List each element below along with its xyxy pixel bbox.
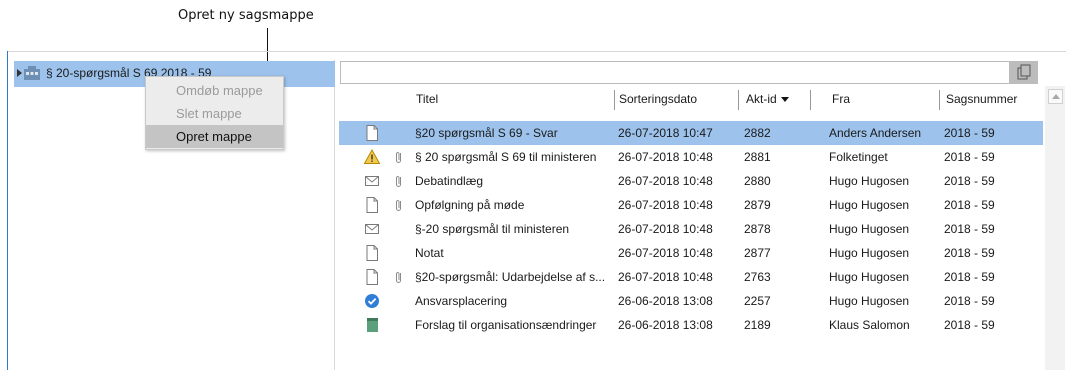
cell-fra: Folketinget — [829, 150, 888, 164]
cell-akt-id: 2879 — [744, 198, 771, 212]
context-menu: Omdøb mappe Slet mappe Opret mappe — [145, 76, 284, 150]
cell-sagsnummer: 2018 - 59 — [944, 198, 995, 212]
binder-icon — [363, 316, 381, 334]
table-row[interactable]: §20-spørgsmål: Udarbejdelse af s... 26-07… — [339, 265, 1043, 289]
document-list: §20 spørgsmål S 69 - Svar 26-07-2018 10:4… — [339, 121, 1043, 337]
cell-akt-id: 2877 — [744, 246, 771, 260]
cell-sagsnummer: 2018 - 59 — [944, 246, 995, 260]
menu-item-create-folder[interactable]: Opret mappe — [146, 125, 283, 148]
document-icon — [363, 268, 381, 286]
menu-item-delete-folder: Slet mappe — [176, 106, 242, 121]
cell-sorteringsdato: 26-07-2018 10:48 — [618, 198, 713, 212]
copy-icon — [1017, 64, 1031, 80]
cell-sorteringsdato: 26-07-2018 10:47 — [618, 126, 713, 140]
cell-fra: Hugo Hugosen — [829, 270, 910, 284]
table-row[interactable]: § 20 spørgsmål S 69 til ministeren 26-07-… — [339, 145, 1043, 169]
scroll-up-arrow-icon[interactable] — [1048, 89, 1063, 104]
vertical-scrollbar[interactable] — [1045, 86, 1065, 370]
column-header-fra[interactable]: Fra — [832, 90, 850, 112]
cell-sorteringsdato: 26-07-2018 10:48 — [618, 174, 713, 188]
cell-fra: Hugo Hugosen — [829, 246, 910, 260]
cell-titel: Opfølgning på møde — [415, 198, 525, 212]
cell-akt-id: 2878 — [744, 222, 771, 236]
column-separator[interactable] — [738, 90, 739, 110]
cell-sorteringsdato: 26-07-2018 10:48 — [618, 270, 713, 284]
cell-sorteringsdato: 26-07-2018 10:48 — [618, 246, 713, 260]
cell-titel: § 20 spørgsmål S 69 til ministeren — [415, 150, 597, 164]
cell-akt-id: 2882 — [744, 126, 771, 140]
paperclip-icon — [394, 174, 404, 188]
cell-fra: Anders Andersen — [829, 126, 922, 140]
document-icon — [363, 244, 381, 262]
case-folder-icon — [24, 66, 40, 80]
table-row[interactable]: Notat 26-07-2018 10:48 2877 Hugo Hugosen 201… — [339, 241, 1043, 265]
column-header-sagsnummer[interactable]: Sagsnummer — [946, 90, 1017, 112]
menu-item-rename-folder: Omdøb mappe — [176, 83, 263, 98]
column-header-sorteringsdato[interactable]: Sorteringsdato — [619, 90, 697, 112]
envelope-icon — [363, 220, 381, 238]
frame-left-border — [7, 51, 8, 370]
cell-fra: Klaus Salomon — [829, 318, 910, 332]
cell-sorteringsdato: 26-06-2018 13:08 — [618, 294, 713, 308]
cell-titel: Forslag til organisationsændringer — [415, 318, 597, 332]
cell-sorteringsdato: 26-06-2018 13:08 — [618, 318, 713, 332]
copy-button[interactable] — [1010, 61, 1038, 84]
callout-label: Opret ny sagsmappe — [178, 8, 314, 23]
cell-sagsnummer: 2018 - 59 — [944, 270, 995, 284]
table-row[interactable]: Opfølgning på møde 26-07-2018 10:48 2879 Hu… — [339, 193, 1043, 217]
cell-sagsnummer: 2018 - 59 — [944, 126, 995, 140]
cell-titel: §20-spørgsmål: Udarbejdelse af s... — [415, 270, 606, 284]
cell-titel: Debatindlæg — [415, 174, 484, 188]
cell-sagsnummer: 2018 - 59 — [944, 318, 995, 332]
column-separator[interactable] — [614, 90, 615, 110]
search-input[interactable] — [340, 61, 1010, 84]
expand-arrow-icon[interactable] — [17, 69, 22, 77]
cell-sagsnummer: 2018 - 59 — [944, 174, 995, 188]
cell-sagsnummer: 2018 - 59 — [944, 150, 995, 164]
cell-fra: Hugo Hugosen — [829, 174, 910, 188]
column-separator[interactable] — [810, 90, 811, 110]
cell-akt-id: 2763 — [744, 270, 771, 284]
column-header-titel[interactable]: Titel — [416, 90, 438, 112]
column-header-akt-id[interactable]: Akt-id — [746, 90, 789, 112]
cell-akt-id: 2880 — [744, 174, 771, 188]
column-separator[interactable] — [939, 90, 940, 110]
document-icon — [363, 124, 381, 142]
table-row[interactable]: Forslag til organisationsændringer 26-06-… — [339, 313, 1043, 337]
cell-sagsnummer: 2018 - 59 — [944, 294, 995, 308]
paperclip-icon — [394, 198, 404, 212]
cell-titel: Ansvarsplacering — [415, 294, 508, 308]
table-row[interactable]: Debatindlæg 26-07-2018 10:48 2880 Hugo Hugo… — [339, 169, 1043, 193]
warning-icon — [363, 148, 381, 166]
cell-akt-id: 2881 — [744, 150, 771, 164]
pane-divider[interactable] — [334, 60, 335, 370]
paperclip-icon — [394, 270, 404, 284]
cell-sorteringsdato: 26-07-2018 10:48 — [618, 150, 713, 164]
cell-fra: Hugo Hugosen — [829, 222, 910, 236]
envelope-icon — [363, 172, 381, 190]
document-icon — [363, 196, 381, 214]
cell-fra: Hugo Hugosen — [829, 294, 910, 308]
cell-sagsnummer: 2018 - 59 — [944, 222, 995, 236]
table-row[interactable]: Ansvarsplacering 26-06-2018 13:08 2257 Hugo… — [339, 289, 1043, 313]
table-row[interactable]: §20 spørgsmål S 69 - Svar 26-07-2018 10:4… — [339, 121, 1043, 145]
cell-titel: §20 spørgsmål S 69 - Svar — [415, 126, 558, 140]
paperclip-icon — [394, 150, 404, 164]
cell-titel: §-20 spørgsmål til ministeren — [415, 222, 570, 236]
frame-top-border — [7, 51, 1066, 52]
cell-akt-id: 2189 — [744, 318, 771, 332]
cell-fra: Hugo Hugosen — [829, 198, 910, 212]
table-row[interactable]: §-20 spørgsmål til ministeren 26-07-2018 … — [339, 217, 1043, 241]
cell-titel: Notat — [415, 246, 444, 260]
cell-akt-id: 2257 — [744, 294, 771, 308]
cell-sorteringsdato: 26-07-2018 10:48 — [618, 222, 713, 236]
sort-descending-icon — [780, 97, 789, 103]
check-circle-icon — [363, 292, 381, 310]
